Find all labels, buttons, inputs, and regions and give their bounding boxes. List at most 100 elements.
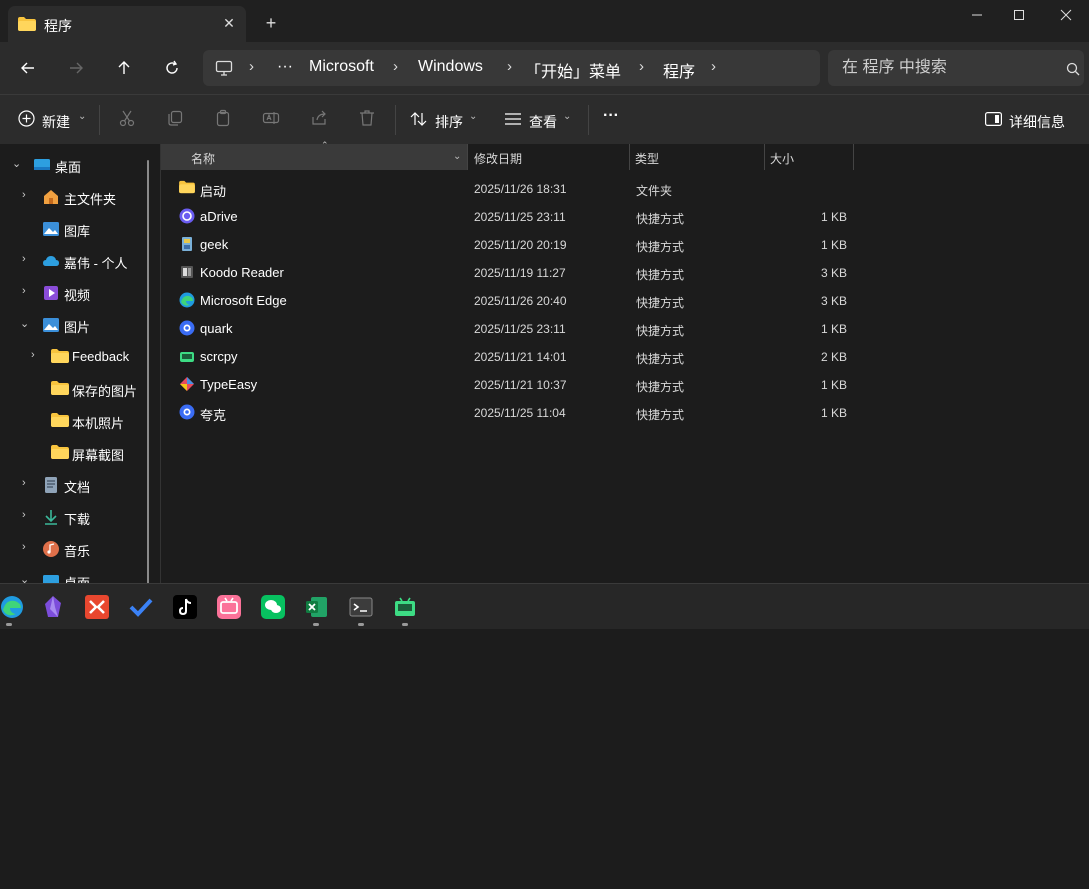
navigation-scrollbar[interactable]: [147, 160, 149, 584]
column-header-name[interactable]: ⌃ 名称 ⌄: [161, 140, 467, 170]
column-header-label: 修改日期: [474, 152, 523, 166]
new-tab-button[interactable]: +: [259, 12, 283, 36]
search-icon[interactable]: [1066, 62, 1080, 81]
delete-icon[interactable]: [358, 109, 378, 129]
copy-icon[interactable]: [166, 109, 186, 129]
sidebar-item-gallery[interactable]: 图库: [0, 216, 146, 242]
file-size: 1 KB: [820, 406, 847, 420]
column-divider[interactable]: [853, 144, 854, 170]
file-row-startup[interactable]: 启动 2025/11/26 18:31 文件夹: [161, 174, 851, 202]
edge-icon[interactable]: [0, 595, 24, 619]
sidebar-item-music[interactable]: › 音乐: [0, 536, 146, 562]
breadcrumb[interactable]: › ··· Microsoft › Windows › 「开始」菜单 › 程序 …: [203, 50, 820, 86]
close-window-button[interactable]: [1046, 4, 1086, 26]
sidebar-item-onedrive[interactable]: › 嘉伟 - 个人: [0, 248, 146, 274]
more-options-button[interactable]: ···: [603, 107, 627, 131]
chevron-right-icon[interactable]: ›: [249, 58, 254, 75]
sidebar-item-home[interactable]: › 主文件夹: [0, 184, 146, 210]
search-box[interactable]: [828, 50, 1084, 86]
file-name: aDrive: [200, 209, 238, 224]
chevron-right-icon[interactable]: ›: [22, 253, 26, 265]
file-size: 1 KB: [820, 210, 847, 224]
tab-close-button[interactable]: ✕: [218, 12, 240, 34]
documents-icon: [42, 476, 60, 494]
sidebar-item-downloads[interactable]: › 下载: [0, 504, 146, 530]
sidebar-item-desktop[interactable]: ⌄ 桌面: [0, 152, 146, 178]
chevron-right-icon[interactable]: ›: [507, 58, 512, 75]
chevron-right-icon[interactable]: ›: [22, 509, 26, 521]
sort-button[interactable]: 排序 ⌄: [410, 109, 480, 131]
wechat-icon[interactable]: [261, 595, 285, 619]
share-icon[interactable]: [310, 109, 330, 129]
desktop-icon: [33, 156, 51, 174]
sidebar-item-desktop-2[interactable]: ⌄ 桌面: [0, 568, 146, 584]
details-pane-button[interactable]: 详细信息: [985, 109, 1085, 131]
chevron-down-icon[interactable]: ⌄: [453, 151, 461, 162]
breadcrumb-start-menu[interactable]: 「开始」菜单: [525, 58, 621, 82]
chevron-right-icon[interactable]: ›: [31, 349, 35, 361]
file-date: 2025/11/19 11:27: [474, 266, 566, 280]
quark-icon: [179, 404, 195, 420]
breadcrumb-overflow[interactable]: ···: [277, 58, 293, 76]
todo-icon[interactable]: [129, 595, 153, 619]
sidebar-item-label: 下载: [64, 512, 91, 527]
maximize-button[interactable]: [999, 4, 1039, 26]
search-input[interactable]: [828, 50, 1058, 86]
pictures-icon: [42, 316, 60, 334]
xmind-icon[interactable]: [85, 595, 109, 619]
breadcrumb-programs[interactable]: 程序: [663, 58, 695, 82]
chevron-down-icon[interactable]: ⌄: [12, 157, 21, 170]
file-row-microsoft-edge[interactable]: Microsoft Edge 2025/11/26 20:40 快捷方式 3 K…: [161, 286, 851, 314]
sort-label: 排序: [435, 114, 463, 130]
file-size: 3 KB: [820, 266, 847, 280]
chevron-right-icon[interactable]: ›: [22, 477, 26, 489]
cut-icon[interactable]: [118, 109, 138, 129]
minimize-button[interactable]: [957, 4, 997, 26]
sidebar-item-saved-pictures[interactable]: 保存的图片: [0, 376, 146, 402]
chevron-right-icon[interactable]: ›: [393, 58, 398, 75]
sidebar-item-documents[interactable]: › 文档: [0, 472, 146, 498]
file-row-typeeasy[interactable]: TypeEasy 2025/11/21 10:37 快捷方式 1 KB: [161, 370, 851, 398]
excel-icon[interactable]: [305, 595, 329, 619]
file-row-kuake[interactable]: 夸克 2025/11/25 11:04 快捷方式 1 KB: [161, 398, 851, 426]
file-row-koodo-reader[interactable]: Koodo Reader 2025/11/19 11:27 快捷方式 3 KB: [161, 258, 851, 286]
sidebar-item-videos[interactable]: › 视频: [0, 280, 146, 306]
breadcrumb-windows[interactable]: Windows: [418, 58, 483, 76]
obsidian-icon[interactable]: [41, 595, 65, 619]
chevron-right-icon[interactable]: ›: [711, 58, 716, 75]
android-icon[interactable]: [393, 595, 417, 619]
forward-button[interactable]: [62, 54, 90, 82]
divider: [395, 105, 396, 135]
sidebar-item-pictures[interactable]: ⌄ 图片: [0, 312, 146, 338]
chevron-down-icon[interactable]: ⌄: [20, 317, 29, 330]
column-header-type[interactable]: 类型: [629, 144, 764, 170]
up-button[interactable]: [110, 54, 138, 82]
tiktok-icon[interactable]: [173, 595, 197, 619]
file-row-quark[interactable]: quark 2025/11/25 23:11 快捷方式 1 KB: [161, 314, 851, 342]
column-header-size[interactable]: 大小: [764, 144, 854, 170]
refresh-button[interactable]: [158, 54, 186, 82]
sidebar-item-screenshots[interactable]: 屏幕截图: [0, 440, 146, 466]
sidebar-item-camera-roll[interactable]: 本机照片: [0, 408, 146, 434]
view-button[interactable]: 查看 ⌄: [504, 109, 574, 131]
file-row-geek[interactable]: geek 2025/11/20 20:19 快捷方式 1 KB: [161, 230, 851, 258]
terminal-icon[interactable]: [349, 595, 373, 619]
tab-programs[interactable]: 程序 ✕: [8, 6, 246, 42]
paste-icon[interactable]: [214, 109, 234, 129]
breadcrumb-microsoft[interactable]: Microsoft: [309, 58, 374, 76]
bilibili-icon[interactable]: [217, 595, 241, 619]
typeeasy-icon: [179, 376, 195, 392]
sidebar-item-feedback[interactable]: › Feedback: [0, 344, 146, 370]
column-header-modified[interactable]: 修改日期: [467, 144, 629, 170]
file-row-adrive[interactable]: aDrive 2025/11/25 23:11 快捷方式 1 KB: [161, 202, 851, 230]
back-button[interactable]: [14, 54, 42, 82]
chevron-right-icon[interactable]: ›: [22, 541, 26, 553]
rename-icon[interactable]: [262, 109, 282, 129]
computer-icon[interactable]: [215, 60, 233, 81]
chevron-right-icon[interactable]: ›: [22, 285, 26, 297]
new-button[interactable]: 新建 ⌄: [18, 109, 88, 131]
divider: [99, 105, 100, 135]
file-row-scrcpy[interactable]: scrcpy 2025/11/21 14:01 快捷方式 2 KB: [161, 342, 851, 370]
chevron-right-icon[interactable]: ›: [639, 58, 644, 75]
chevron-right-icon[interactable]: ›: [22, 189, 26, 201]
